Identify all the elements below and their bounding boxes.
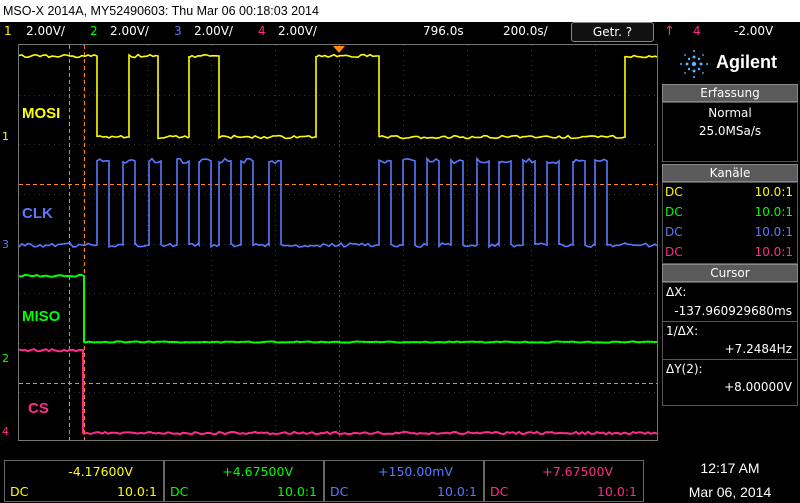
ch2-measure-box[interactable]: +4.67500V DC 10.0:1: [164, 460, 324, 502]
inv-delta-x-label: 1/ΔX:: [663, 321, 797, 340]
inv-delta-x-value: +7.2484Hz: [663, 340, 797, 359]
channel-row: DC 10.0:1: [663, 243, 797, 263]
ch4-ground-marker[interactable]: 4: [2, 425, 9, 438]
channel-row: DC 10.0:1: [663, 183, 797, 203]
ch2-waveform: [19, 275, 657, 343]
coupling: DC: [665, 185, 683, 199]
probe-ratio: 10.0:1: [755, 225, 793, 239]
ch1-number[interactable]: 1: [4, 24, 12, 38]
ch2-number[interactable]: 2: [90, 24, 98, 38]
coupling: DC: [665, 205, 683, 219]
sample-rate: 25.0MSa/s: [663, 124, 797, 138]
channels-header[interactable]: Kanäle: [662, 164, 798, 182]
ch3-measure-box[interactable]: +150.00mV DC 10.0:1: [324, 460, 484, 502]
ch4-number[interactable]: 4: [258, 24, 266, 38]
ch4-waveform: [19, 349, 657, 434]
coupling: DC: [665, 225, 683, 239]
side-panel: Agilent Erfassung Normal 25.0MSa/s Kanäl…: [660, 44, 800, 441]
ch1-ratio: 10.0:1: [117, 484, 157, 499]
brand-name: Agilent: [716, 52, 777, 73]
acquisition-mode: Normal: [663, 106, 797, 120]
probe-ratio: 10.0:1: [755, 185, 793, 199]
ch4-measure-value: +7.67500V: [542, 464, 613, 479]
channels-section: DC 10.0:1 DC 10.0:1 DC 10.0:1 DC 10.0:1: [662, 182, 798, 264]
brand-logo: Agilent: [660, 44, 800, 82]
probe-ratio: 10.0:1: [755, 245, 793, 259]
window-title: MSO-X 2014A, MY52490603: Thu Mar 06 00:1…: [0, 0, 800, 22]
coupling: DC: [665, 245, 683, 259]
channel-row: DC 10.0:1: [663, 223, 797, 243]
graticule: [19, 45, 658, 441]
acquisition-header[interactable]: Erfassung: [662, 84, 798, 102]
ch3-measure-value: +150.00mV: [378, 464, 453, 479]
trigger-level[interactable]: -2.00V: [734, 24, 773, 38]
delta-y-value: +8.00000V: [663, 378, 797, 397]
trigger-mode-button[interactable]: Getr. ?: [571, 22, 654, 42]
ch1-measure-box[interactable]: -4.17600V DC 10.0:1: [4, 460, 164, 502]
delta-y-label: ΔY(2):: [663, 359, 797, 378]
mosi-label: MOSI: [22, 105, 60, 122]
waveform-display[interactable]: MOSI CLK MISO CS: [18, 44, 658, 441]
delta-x-value: -137.960929680ms: [663, 302, 797, 321]
ch4-coupling: DC: [490, 484, 508, 499]
ch4-ratio: 10.0:1: [597, 484, 637, 499]
trigger-source[interactable]: 4: [693, 24, 701, 38]
waveform-canvas: [19, 45, 658, 441]
ch3-ground-marker[interactable]: 3: [2, 238, 9, 251]
ch1-coupling: DC: [10, 484, 28, 499]
delta-x-label: ΔX:: [663, 283, 797, 302]
probe-ratio: 10.0:1: [755, 205, 793, 219]
channel-scale-bar: 1 2.00V/ 2 2.00V/ 3 2.00V/ 4 2.00V/ 796.…: [0, 22, 800, 42]
clock-date: Mar 06, 2014: [660, 484, 800, 500]
ch3-waveform: [19, 159, 658, 247]
clk-label: CLK: [22, 205, 53, 222]
ch1-waveform: [19, 55, 658, 139]
agilent-spark-icon: [672, 46, 716, 82]
cursor-section: ΔX: -137.960929680ms 1/ΔX: +7.2484Hz ΔY(…: [662, 282, 798, 406]
ch4-measure-box[interactable]: +7.67500V DC 10.0:1: [484, 460, 644, 502]
trigger-edge-icon: ↑: [664, 24, 675, 39]
cursor-lines: [19, 45, 658, 441]
clock-time: 12:17 AM: [660, 460, 800, 476]
ch2-measure-value: +4.67500V: [222, 464, 293, 479]
acquisition-section: Normal 25.0MSa/s: [662, 102, 798, 162]
ch3-ratio: 10.0:1: [437, 484, 477, 499]
ch4-scale[interactable]: 2.00V/: [278, 24, 317, 38]
cursor-header[interactable]: Cursor: [662, 264, 798, 282]
ch2-coupling: DC: [170, 484, 188, 499]
ch1-scale[interactable]: 2.00V/: [26, 24, 65, 38]
ch2-ratio: 10.0:1: [277, 484, 317, 499]
measurement-bar: -4.17600V DC 10.0:1 +4.67500V DC 10.0:1 …: [0, 456, 800, 503]
ch2-ground-marker[interactable]: 2: [2, 352, 9, 365]
channel-row: DC 10.0:1: [663, 203, 797, 223]
cs-label: CS: [28, 400, 49, 417]
miso-label: MISO: [22, 308, 60, 325]
trigger-position-marker[interactable]: [333, 46, 345, 53]
delay-readout[interactable]: 796.0s: [423, 24, 464, 38]
ch2-scale[interactable]: 2.00V/: [110, 24, 149, 38]
timebase-readout[interactable]: 200.0s/: [503, 24, 548, 38]
ch1-ground-marker[interactable]: 1: [2, 130, 9, 143]
ch3-number[interactable]: 3: [174, 24, 182, 38]
ch3-scale[interactable]: 2.00V/: [194, 24, 233, 38]
ch3-coupling: DC: [330, 484, 348, 499]
ch1-measure-value: -4.17600V: [68, 464, 133, 479]
